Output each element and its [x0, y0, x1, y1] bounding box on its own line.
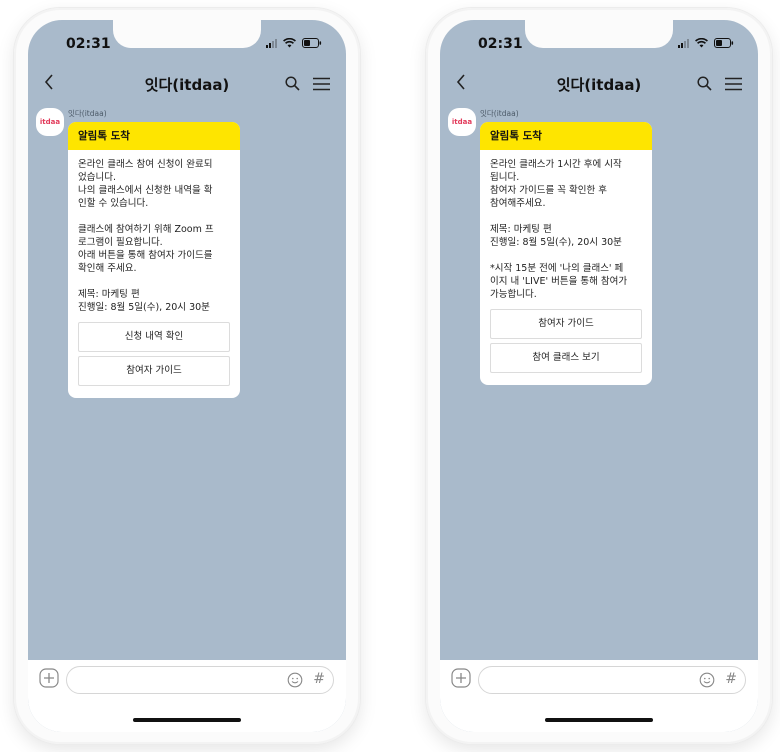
signal-icon [266, 38, 277, 48]
hash-icon[interactable]: # [313, 671, 325, 687]
participant-guide-button[interactable]: 참여자 가이드 [78, 356, 230, 386]
bubble-body: 온라인 클래스 참여 신청이 완료되 었습니다. 나의 클래스에서 신청한 내역… [68, 150, 240, 314]
bubble-header: 알림톡 도착 [480, 122, 652, 150]
battery-icon [714, 38, 734, 48]
home-indicator [545, 718, 653, 722]
sender-name: 잇다(itdaa) [480, 109, 519, 118]
sender-name: 잇다(itdaa) [68, 109, 107, 118]
message-bubble: 알림톡 도착 온라인 클래스 참여 신청이 완료되 었습니다. 나의 클래스에서… [68, 122, 240, 398]
phone-mockup-left: 02:31 잇다(itdaa) itdaa 잇다(itdaa) 알림톡 도착 온… [14, 8, 360, 744]
check-application-button[interactable]: 신청 내역 확인 [78, 322, 230, 352]
message-input[interactable]: # [478, 666, 746, 694]
chat-nav-bar: 잇다(itdaa) [440, 66, 758, 102]
phone-mockup-right: 02:31 잇다(itdaa) itdaa 잇다(itdaa) 알림톡 도착 온… [426, 8, 772, 744]
wifi-icon [283, 38, 296, 48]
message-input-bar: # [440, 660, 758, 732]
search-icon[interactable] [697, 76, 712, 95]
menu-icon[interactable] [725, 76, 742, 95]
bubble-buttons: 참여자 가이드 참여 클래스 보기 [480, 309, 652, 385]
wifi-icon [695, 38, 708, 48]
bubble-body: 온라인 클래스가 1시간 후에 시작 됩니다. 참여자 가이드를 꼭 확인한 후… [480, 150, 652, 301]
avatar[interactable]: itdaa [448, 108, 476, 136]
signal-icon [678, 38, 689, 48]
message-input[interactable]: # [66, 666, 334, 694]
message-text: 제목: 마케팅 편 진행일: 8월 5일(수), 20시 30분 [490, 224, 622, 248]
search-icon[interactable] [285, 76, 300, 95]
status-time: 02:31 [66, 36, 111, 52]
message-text: 온라인 클래스가 1시간 후에 시작 됩니다. 참여자 가이드를 꼭 확인한 후… [490, 159, 622, 209]
emoji-icon[interactable] [287, 672, 303, 692]
plus-icon[interactable] [451, 668, 471, 692]
bubble-header: 알림톡 도착 [68, 122, 240, 150]
hash-icon[interactable]: # [725, 671, 737, 687]
message-bubble: 알림톡 도착 온라인 클래스가 1시간 후에 시작 됩니다. 참여자 가이드를 … [480, 122, 652, 385]
message-text: *시작 15분 전에 '나의 클래스' 페 이지 내 'LIVE' 버튼을 통해… [490, 263, 628, 300]
chat-screen: 02:31 잇다(itdaa) itdaa 잇다(itdaa) 알림톡 도착 온… [28, 20, 346, 732]
participant-guide-button[interactable]: 참여자 가이드 [490, 309, 642, 339]
home-indicator [133, 718, 241, 722]
status-time: 02:31 [478, 36, 523, 52]
chat-screen: 02:31 잇다(itdaa) itdaa 잇다(itdaa) 알림톡 도착 온… [440, 20, 758, 732]
view-class-button[interactable]: 참여 클래스 보기 [490, 343, 642, 373]
plus-icon[interactable] [39, 668, 59, 692]
message-text: 제목: 마케팅 편 진행일: 8월 5일(수), 20시 30분 [78, 289, 210, 313]
chat-nav-bar: 잇다(itdaa) [28, 66, 346, 102]
phone-notch [525, 20, 673, 48]
message-text: 클래스에 참여하기 위해 Zoom 프 로그램이 필요합니다. 아래 버튼을 통… [78, 224, 214, 274]
avatar[interactable]: itdaa [36, 108, 64, 136]
phone-notch [113, 20, 261, 48]
bubble-buttons: 신청 내역 확인 참여자 가이드 [68, 322, 240, 398]
menu-icon[interactable] [313, 76, 330, 95]
message-text: 온라인 클래스 참여 신청이 완료되 었습니다. 나의 클래스에서 신청한 내역… [78, 159, 213, 209]
status-icons [678, 38, 734, 48]
status-icons [266, 38, 322, 48]
emoji-icon[interactable] [699, 672, 715, 692]
battery-icon [302, 38, 322, 48]
message-input-bar: # [28, 660, 346, 732]
